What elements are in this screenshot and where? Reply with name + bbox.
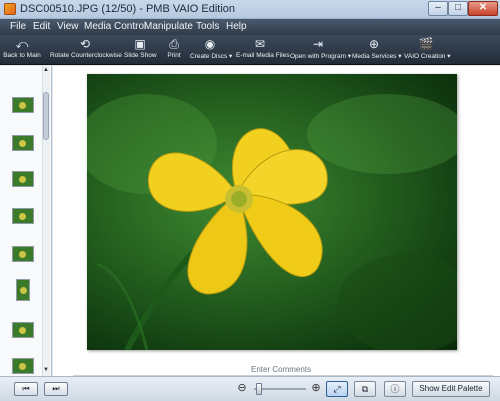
comments-field[interactable]: Enter Comments [251, 365, 311, 374]
menu-bar: File Edit View Media Control Manipulate … [0, 19, 500, 35]
email-media-files-button[interactable]: ✉ E-mail Media Files [236, 35, 290, 65]
slideshow-icon: ▣ [134, 37, 146, 51]
menu-manipulate[interactable]: Manipulate [144, 21, 193, 32]
disc-icon: ◉ [204, 37, 216, 51]
toolbar: ⤺ Back to Main ⟲ Rotate Counterclockwise… [0, 35, 500, 65]
photo-buttercup[interactable] [87, 74, 457, 350]
thumbnail[interactable] [12, 246, 34, 262]
thumbnail[interactable] [12, 208, 34, 224]
show-edit-palette-button[interactable]: Show Edit Palette [412, 381, 490, 397]
menu-edit[interactable]: Edit [33, 21, 50, 32]
rotate-icon: ⟲ [79, 37, 91, 51]
filmstrip[interactable]: ▲ ▼ [0, 66, 52, 376]
thumbnail[interactable] [12, 358, 34, 374]
app-icon [4, 3, 16, 15]
open-with-program-label: Open with Program ▾ [290, 53, 352, 60]
open-with-program-button[interactable]: ⇥ Open with Program ▾ [290, 35, 352, 65]
create-discs-label: Create Discs ▾ [190, 53, 233, 60]
printer-icon: ⎙ [169, 37, 179, 51]
envelope-icon: ✉ [254, 37, 266, 51]
scroll-up-icon[interactable]: ▲ [42, 66, 50, 74]
fit-to-window-button[interactable]: ⤢ [326, 381, 348, 397]
vaio-creation-label: VAIO Creation ▾ [404, 53, 451, 60]
filmstrip-scrollbar-thumb[interactable] [43, 92, 49, 140]
menu-help[interactable]: Help [226, 21, 247, 32]
window-title: DSC00510.JPG (12/50) - PMB VAIO Edition [20, 3, 235, 15]
create-discs-button[interactable]: ◉ Create Discs ▾ [190, 35, 233, 65]
print-label: Print [167, 52, 181, 59]
menu-view[interactable]: View [57, 21, 79, 32]
vaio-creation-button[interactable]: 🎬 VAIO Creation ▾ [404, 35, 451, 65]
next-button[interactable]: ⏭ [44, 382, 68, 396]
info-icon[interactable]: ⓘ [384, 381, 406, 397]
menu-media-control[interactable]: Media Control [84, 21, 146, 32]
slide-show-label: Slide Show [124, 52, 157, 59]
previous-button[interactable]: ⏮ [14, 382, 38, 396]
back-to-main-label: Back to Main [3, 52, 41, 59]
zoom-out-icon[interactable]: ⊖ [236, 382, 248, 394]
thumbnail[interactable] [12, 97, 34, 113]
thumbnail[interactable] [12, 135, 34, 151]
clapperboard-icon: 🎬 [418, 37, 434, 51]
back-arrow-icon: ⤺ [15, 37, 29, 51]
compare-view-button[interactable]: ⧉ [354, 381, 376, 397]
thumbnail[interactable] [12, 171, 34, 187]
scroll-down-icon[interactable]: ▼ [42, 366, 50, 374]
open-program-icon: ⇥ [312, 37, 324, 51]
thumbnail[interactable] [16, 279, 30, 301]
print-button[interactable]: ⎙ Print [164, 35, 184, 65]
media-services-button[interactable]: ⊕ Media Services ▾ [352, 35, 402, 65]
comments-area[interactable]: Enter Comments [53, 364, 500, 376]
rotate-label: Rotate Counterclockwise [50, 52, 122, 59]
back-to-main-button[interactable]: ⤺ Back to Main [2, 35, 42, 65]
globe-icon: ⊕ [368, 37, 380, 51]
zoom-in-icon[interactable]: ⊕ [310, 382, 322, 394]
close-button[interactable]: ✕ [468, 1, 498, 16]
rotate-counterclockwise-button[interactable]: ⟲ Rotate Counterclockwise [50, 35, 122, 65]
bottom-bar: ⏮ ⏭ ⊖ ⊕ ⤢ ⧉ ⓘ Show Edit Palette [0, 376, 500, 401]
photo-image [87, 94, 457, 350]
slide-show-button[interactable]: ▣ Slide Show [124, 35, 157, 65]
menu-tools[interactable]: Tools [196, 21, 219, 32]
maximize-button[interactable]: □ [448, 1, 468, 16]
title-bar: DSC00510.JPG (12/50) - PMB VAIO Edition … [0, 0, 500, 19]
media-services-label: Media Services ▾ [352, 53, 402, 60]
zoom-slider-knob[interactable] [256, 383, 262, 395]
thumbnail[interactable] [12, 322, 34, 338]
menu-file[interactable]: File [10, 21, 26, 32]
email-media-files-label: E-mail Media Files [236, 52, 290, 59]
minimize-button[interactable]: – [428, 1, 448, 16]
